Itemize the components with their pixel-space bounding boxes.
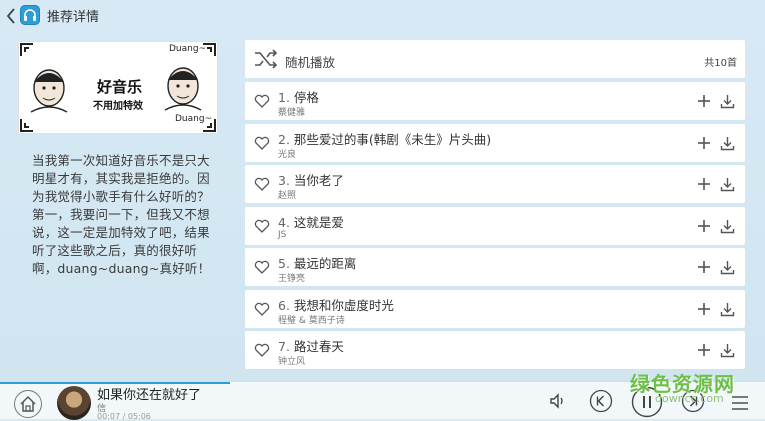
plus-icon[interactable]	[697, 177, 711, 191]
watermark-url: downcc.com	[655, 392, 724, 405]
song-title: 4. 这就是爱	[278, 212, 344, 231]
headphones-icon	[20, 5, 40, 25]
heart-icon[interactable]	[254, 219, 270, 233]
song-title-text: 这就是爱	[293, 214, 344, 230]
playlist-cover-image: 好音乐 不用加特效 Duang~ Duang~	[18, 41, 218, 134]
song-title-text: 当你老了	[293, 173, 344, 188]
song-artist: 光良	[278, 149, 297, 160]
heart-icon[interactable]	[254, 302, 270, 316]
song-title-text: 那些爱过的事(韩剧《未生》片头曲)	[293, 131, 492, 147]
page-title: 推荐详情	[47, 10, 100, 25]
now-playing-time: 00:07 / 05:06	[97, 412, 151, 421]
plus-icon[interactable]	[697, 302, 711, 316]
song-title-text: 路过春天	[293, 339, 344, 354]
download-icon[interactable]	[720, 260, 735, 275]
heart-icon[interactable]	[254, 94, 270, 108]
download-icon[interactable]	[720, 136, 735, 151]
plus-icon[interactable]	[697, 136, 711, 150]
playlist-description: 当我第一次知道好音乐不是只大明星才有，其实我是拒绝的。因为我觉得小歌手有什么好听…	[32, 153, 211, 276]
song-row[interactable]: 1. 停格 蔡健雅	[245, 82, 745, 120]
plus-icon[interactable]	[697, 343, 711, 357]
song-row[interactable]: 5. 最远的距离 王铮亮	[245, 248, 745, 286]
song-title: 7. 路过春天	[278, 336, 344, 355]
song-row[interactable]: 4. 这就是爱 JS	[245, 206, 745, 245]
heart-icon[interactable]	[254, 343, 270, 357]
song-number: 5.	[278, 256, 290, 271]
song-number: 4.	[278, 214, 290, 230]
song-title-text: 停格	[293, 90, 319, 105]
song-artist: 王铮亮	[278, 274, 306, 284]
song-title: 6. 我想和你虚度时光	[278, 295, 394, 314]
speaker-icon[interactable]	[548, 391, 568, 411]
song-number: 1.	[278, 90, 290, 105]
cover-duang-top: Duang~	[169, 44, 207, 54]
top-bar: 推荐详情	[0, 0, 765, 32]
song-title: 1. 停格	[278, 87, 319, 106]
cover-caption-main: 好音乐	[97, 78, 143, 96]
song-row[interactable]: 2. 那些爱过的事(韩剧《未生》片头曲) 光良	[245, 123, 745, 162]
download-icon[interactable]	[720, 219, 735, 234]
song-artist: 钟立风	[278, 357, 306, 367]
home-icon	[20, 395, 36, 412]
cover-duang-bottom: Duang~	[175, 114, 213, 124]
song-row[interactable]: 6. 我想和你虚度时光 程璧 & 莫西子诗	[245, 289, 745, 328]
song-artist: 蔡健雅	[278, 108, 306, 118]
cover-caption-sub: 不用加特效	[93, 101, 143, 112]
heart-icon[interactable]	[254, 177, 270, 191]
home-button[interactable]	[14, 390, 42, 418]
song-number: 7.	[278, 339, 290, 354]
song-list-panel: 随机播放 共10首 1. 停格 蔡健雅 2. 那些爱过的事(韩剧《未生》片头曲)…	[245, 38, 745, 376]
now-playing-album-art[interactable]	[57, 386, 91, 420]
heart-icon[interactable]	[254, 136, 270, 150]
now-playing-title: 如果你还在就好了	[97, 388, 202, 403]
song-count: 共10首	[704, 58, 737, 69]
plus-icon[interactable]	[697, 94, 711, 108]
heart-icon[interactable]	[254, 260, 270, 274]
shuffle-icon	[255, 49, 278, 69]
song-title: 5. 最远的距离	[278, 253, 356, 272]
song-title-text: 我想和你虚度时光	[293, 297, 394, 313]
song-number: 2.	[278, 131, 290, 147]
song-title: 2. 那些爱过的事(韩剧《未生》片头曲)	[278, 129, 491, 148]
plus-icon[interactable]	[697, 219, 711, 233]
song-title-text: 最远的距离	[293, 256, 357, 271]
song-number: 3.	[278, 173, 290, 188]
song-artist: 赵照	[278, 191, 297, 201]
chevron-left-icon[interactable]	[4, 6, 18, 26]
shuffle-play-button[interactable]: 随机播放 共10首	[245, 40, 745, 78]
plus-icon[interactable]	[697, 260, 711, 274]
song-title: 3. 当你老了	[278, 170, 344, 189]
song-artist: 程璧 & 莫西子诗	[278, 315, 345, 326]
download-icon[interactable]	[720, 343, 735, 358]
download-icon[interactable]	[720, 94, 735, 109]
shuffle-label: 随机播放	[285, 55, 336, 70]
song-row[interactable]: 7. 路过春天 钟立风	[245, 331, 745, 369]
previous-icon[interactable]	[589, 389, 613, 413]
download-icon[interactable]	[720, 177, 735, 192]
song-row[interactable]: 3. 当你老了 赵照	[245, 165, 745, 203]
song-artist: JS	[278, 229, 287, 240]
download-icon[interactable]	[720, 302, 735, 317]
song-number: 6.	[278, 297, 290, 313]
